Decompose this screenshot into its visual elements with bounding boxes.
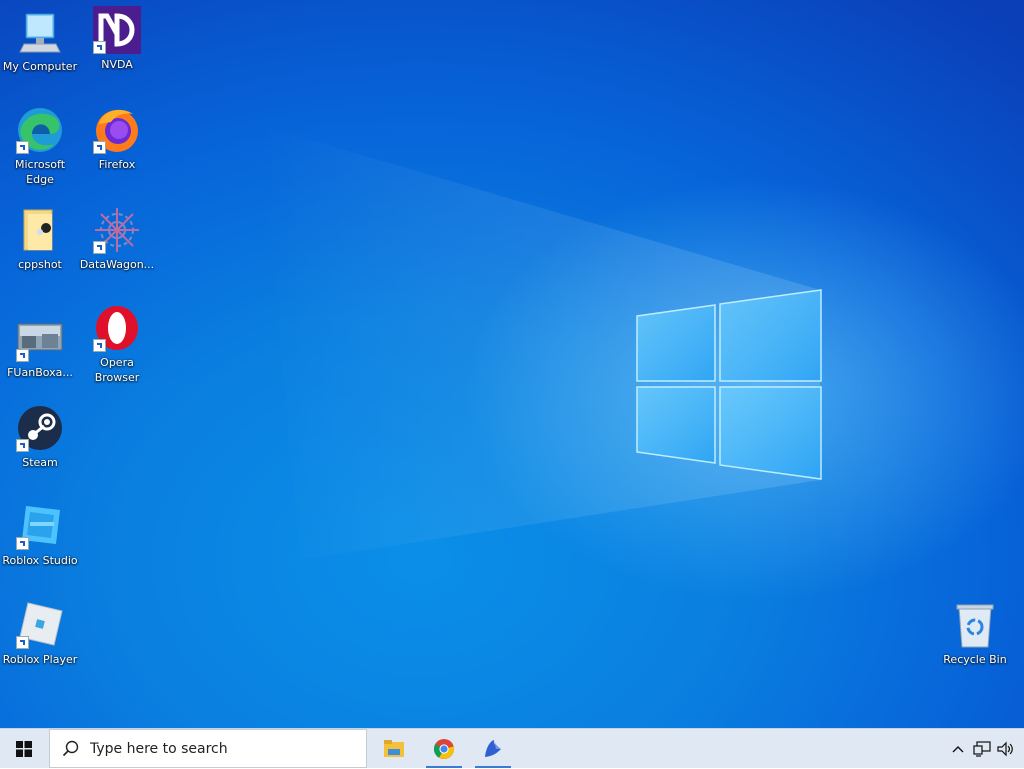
- edge-icon: [16, 106, 64, 154]
- opera-icon: [93, 304, 141, 352]
- system-tray: [946, 729, 1024, 769]
- chrome-icon: [434, 738, 455, 759]
- desktop-icon-label: Roblox Studio: [2, 554, 78, 567]
- shortcut-arrow-icon: [93, 141, 106, 154]
- volume-button[interactable]: [994, 729, 1018, 769]
- desktop-icon-opera-browser[interactable]: Opera Browser: [77, 304, 157, 385]
- desktop-icon-datawagon[interactable]: DataWagon...: [77, 206, 157, 272]
- desktop[interactable]: My Computer Microsoft Edge cppshot FUanB…: [0, 0, 1024, 728]
- bird-app-icon: [485, 739, 501, 757]
- windows-start-icon: [16, 741, 32, 757]
- folder-icon: [16, 206, 64, 254]
- desktop-icon-roblox-studio[interactable]: Roblox Studio: [0, 502, 80, 568]
- desktop-icon-label: Recycle Bin: [943, 653, 1007, 666]
- desktop-icon-steam[interactable]: Steam: [0, 404, 80, 470]
- taskbar-app-bird[interactable]: [473, 729, 513, 768]
- desktop-icon-label: Opera Browser: [94, 356, 140, 384]
- desktop-icon-label: My Computer: [2, 60, 78, 73]
- desktop-icon-my-computer[interactable]: My Computer: [0, 8, 80, 74]
- shortcut-arrow-icon: [93, 339, 106, 352]
- steam-icon: [16, 404, 64, 452]
- taskbar-chrome[interactable]: [424, 729, 464, 768]
- volume-icon: [997, 741, 1013, 757]
- search-placeholder: Type here to search: [90, 740, 228, 757]
- shortcut-arrow-icon: [16, 349, 29, 362]
- desktop-icon-label: Microsoft Edge: [14, 158, 66, 186]
- search-icon: [62, 740, 79, 756]
- taskbar-file-explorer[interactable]: [374, 729, 414, 768]
- shortcut-arrow-icon: [16, 439, 29, 452]
- desktop-icon-recycle-bin[interactable]: Recycle Bin: [935, 601, 1015, 667]
- desktop-icon-label: NVDA: [101, 58, 133, 71]
- desktop-icon-label: Firefox: [98, 158, 136, 171]
- shortcut-arrow-icon: [93, 241, 106, 254]
- roblox-studio-icon: [16, 502, 64, 550]
- desktop-icon-cppshot[interactable]: cppshot: [0, 206, 80, 272]
- image-thumbnail-icon: [16, 314, 64, 362]
- file-explorer-icon: [384, 739, 404, 757]
- shortcut-arrow-icon: [16, 141, 29, 154]
- start-button[interactable]: [0, 729, 48, 769]
- recycle-bin-icon: [951, 601, 999, 649]
- gear-flower-icon: [93, 206, 141, 254]
- desktop-icon-firefox[interactable]: Firefox: [77, 106, 157, 172]
- taskbar-search-box[interactable]: Type here to search: [49, 729, 367, 768]
- computer-icon: [16, 8, 64, 56]
- desktop-icon-nvda[interactable]: NVDA: [77, 6, 157, 72]
- desktop-icon-label: cppshot: [18, 258, 62, 271]
- desktop-icon-label: Steam: [22, 456, 58, 469]
- shortcut-arrow-icon: [16, 537, 29, 550]
- roblox-player-icon: [16, 601, 64, 649]
- desktop-icon-label: FUanBoxa...: [7, 366, 73, 379]
- network-button[interactable]: [970, 729, 994, 769]
- shortcut-arrow-icon: [16, 636, 29, 649]
- firefox-icon: [93, 106, 141, 154]
- chevron-up-icon: [952, 746, 964, 753]
- desktop-icon-microsoft-edge[interactable]: Microsoft Edge: [0, 106, 80, 187]
- desktop-icon-label: Roblox Player: [2, 653, 78, 666]
- desktop-icon-roblox-player[interactable]: Roblox Player: [0, 601, 80, 667]
- desktop-icon-fuanbox[interactable]: FUanBoxa...: [0, 314, 80, 380]
- taskbar: Type here to search: [0, 728, 1024, 768]
- show-hidden-icons-button[interactable]: [946, 729, 970, 769]
- nvda-icon: [93, 6, 141, 54]
- network-icon: [973, 741, 991, 757]
- shortcut-arrow-icon: [93, 41, 106, 54]
- desktop-icon-label: DataWagon...: [79, 258, 155, 271]
